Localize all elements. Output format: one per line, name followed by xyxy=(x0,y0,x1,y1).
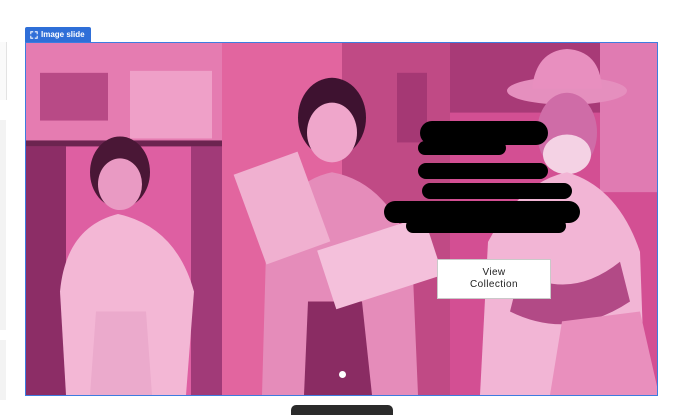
image-slide-tag-label: Image slide xyxy=(41,30,85,39)
slide-image-woman-clothing-rack xyxy=(26,43,222,395)
bottom-toolbar-handle[interactable] xyxy=(291,405,393,415)
image-slide-tag[interactable]: Image slide xyxy=(25,27,91,42)
expand-corners-icon xyxy=(30,30,38,39)
redacted-text xyxy=(418,163,548,179)
image-slide[interactable] xyxy=(25,42,658,396)
redacted-text xyxy=(418,141,506,155)
redacted-text xyxy=(422,183,572,199)
pagination-dot-active[interactable] xyxy=(339,371,346,378)
left-panel-edge xyxy=(0,42,7,100)
view-collection-button[interactable]: View Collection xyxy=(437,259,551,299)
left-panel-edge xyxy=(0,340,6,400)
redacted-text xyxy=(406,219,566,233)
view-collection-label: View Collection xyxy=(470,267,518,290)
left-panel-edge xyxy=(0,120,6,330)
